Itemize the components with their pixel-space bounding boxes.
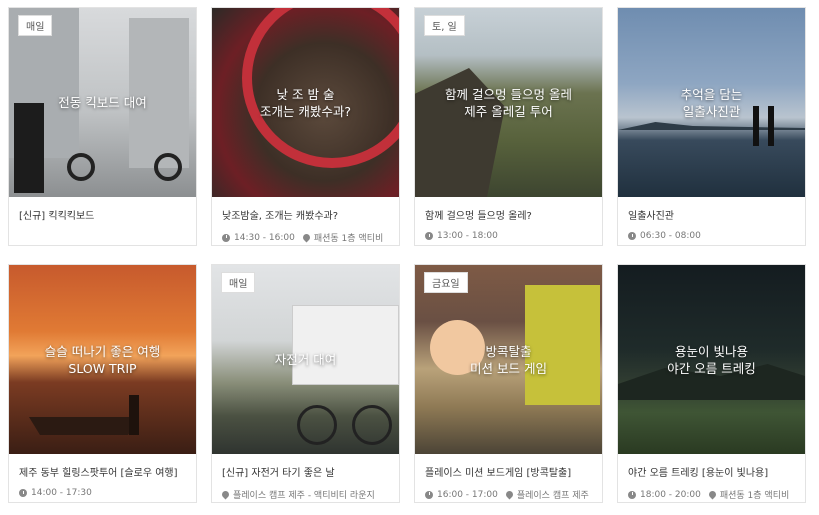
overlay-text: 방콕탈출 미션 보드 게임: [470, 343, 547, 376]
activity-card[interactable]: 추억을 담는 일출사진관 일출사진관 06:30 - 08:00: [617, 7, 806, 246]
card-thumbnail: 자전거 대여 매일: [212, 265, 399, 454]
activity-card[interactable]: 슬슬 떠나기 좋은 여행 SLOW TRIP 제주 동부 힐링스팟투어 [슬로우…: [8, 264, 197, 503]
card-overlay: 낮 조 밤 술 조개는 캐봤수과?: [212, 8, 399, 197]
schedule-badge: 매일: [18, 15, 53, 36]
card-overlay: 함께 걸으멍 들으멍 올레 제주 올레길 투어: [415, 8, 602, 197]
card-thumbnail: 슬슬 떠나기 좋은 여행 SLOW TRIP: [9, 265, 196, 454]
card-meta: 13:00 - 18:00: [425, 231, 592, 241]
overlay-text: 자전거 대여: [274, 352, 337, 367]
overlay-text: 용눈이 빛나용 야간 오름 트레킹: [667, 343, 756, 376]
activity-card[interactable]: 용눈이 빛나용 야간 오름 트레킹 야간 오름 트레킹 [용눈이 빛나용] 18…: [617, 264, 806, 503]
card-overlay: 추억을 담는 일출사진관: [618, 8, 805, 197]
card-location: 플레이스 캠프 제주 - 액티비티 라운지: [233, 491, 375, 501]
card-thumbnail: 전동 킥보드 대여 매일: [9, 8, 196, 197]
card-title: 야간 오름 트레킹 [용눈이 빛나용]: [628, 468, 769, 479]
card-meta: 18:00 - 20:00 패션동 1층 액티비: [628, 488, 795, 501]
card-time: 13:00 - 18:00: [437, 231, 498, 241]
clock-icon: [425, 232, 433, 240]
card-time: 14:30 - 16:00: [234, 232, 295, 243]
card-thumbnail: 함께 걸으멍 들으멍 올레 제주 올레길 투어 토, 일: [415, 8, 602, 197]
location-pin-icon: [504, 489, 515, 500]
location-pin-icon: [707, 489, 718, 500]
card-info: 낮조밤술, 조개는 캐봤수과? 14:30 - 16:00 패션동 1층 액티비: [212, 197, 399, 245]
clock-icon: [19, 489, 27, 497]
overlay-text: 슬슬 떠나기 좋은 여행 SLOW TRIP: [44, 343, 161, 376]
schedule-badge: 토, 일: [424, 15, 465, 36]
overlay-text: 낮 조 밤 술 조개는 캐봤수과?: [259, 86, 352, 119]
location-pin-icon: [301, 232, 312, 243]
card-title: 일출사진관: [628, 211, 674, 222]
card-time: 06:30 - 08:00: [640, 231, 701, 241]
card-thumbnail: 용눈이 빛나용 야간 오름 트레킹: [618, 265, 805, 454]
card-overlay: 전동 킥보드 대여: [9, 8, 196, 197]
card-overlay: 슬슬 떠나기 좋은 여행 SLOW TRIP: [9, 265, 196, 454]
card-location: 패션동 1층 액티비: [719, 491, 790, 501]
card-title: 낮조밤술, 조개는 캐봤수과?: [222, 211, 339, 222]
clock-icon: [222, 233, 230, 242]
card-title: [신규] 자전거 타기 좋은 날: [222, 468, 335, 479]
clock-icon: [425, 490, 433, 499]
schedule-badge: 금요일: [424, 272, 468, 293]
card-info: [신규] 자전거 타기 좋은 날 플레이스 캠프 제주 - 액티비티 라운지: [212, 454, 399, 502]
card-title: 제주 동부 힐링스팟투어 [슬로우 여행]: [19, 468, 178, 479]
clock-icon: [628, 490, 636, 499]
activity-card[interactable]: 함께 걸으멍 들으멍 올레 제주 올레길 투어 토, 일 함께 걸으멍 들으멍 …: [414, 7, 603, 246]
activity-card[interactable]: 낮 조 밤 술 조개는 캐봤수과? 낮조밤술, 조개는 캐봤수과? 14:30 …: [211, 7, 400, 246]
card-meta: 14:00 - 17:30: [19, 488, 186, 498]
card-title: 플레이스 미션 보드게임 [방콕탈출]: [425, 468, 572, 479]
card-thumbnail: 추억을 담는 일출사진관: [618, 8, 805, 197]
card-info: 플레이스 미션 보드게임 [방콕탈출] 16:00 - 17:00 플레이스 캠…: [415, 454, 602, 502]
card-overlay: 방콕탈출 미션 보드 게임: [415, 265, 602, 454]
activity-card[interactable]: 자전거 대여 매일 [신규] 자전거 타기 좋은 날 플레이스 캠프 제주 - …: [211, 264, 400, 503]
card-info: 일출사진관 06:30 - 08:00: [618, 197, 805, 245]
card-info: 야간 오름 트레킹 [용눈이 빛나용] 18:00 - 20:00 패션동 1층…: [618, 454, 805, 502]
card-info: 함께 걸으멍 들으멍 올레? 13:00 - 18:00: [415, 197, 602, 245]
card-title: 함께 걸으멍 들으멍 올레?: [425, 211, 532, 222]
card-location: 플레이스 캠프 제주: [516, 491, 589, 501]
card-overlay: 용눈이 빛나용 야간 오름 트레킹: [618, 265, 805, 454]
card-time: 14:00 - 17:30: [31, 488, 92, 498]
overlay-text: 함께 걸으멍 들으멍 올레 제주 올레길 투어: [445, 86, 572, 119]
card-overlay: 자전거 대여: [212, 265, 399, 454]
card-thumbnail: 낮 조 밤 술 조개는 캐봤수과?: [212, 8, 399, 197]
card-meta: 06:30 - 08:00: [628, 231, 795, 241]
activity-grid: 전동 킥보드 대여 매일 [신규] 킥킥킥보드 낮 조 밤 술 조개는 캐봤수과…: [0, 0, 819, 515]
overlay-text: 전동 킥보드 대여: [58, 95, 147, 110]
overlay-text: 추억을 담는 일출사진관: [680, 86, 743, 119]
activity-card[interactable]: 방콕탈출 미션 보드 게임 금요일 플레이스 미션 보드게임 [방콕탈출] 16…: [414, 264, 603, 503]
card-thumbnail: 방콕탈출 미션 보드 게임 금요일: [415, 265, 602, 454]
card-meta: 14:30 - 16:00 패션동 1층 액티비: [222, 231, 389, 244]
location-pin-icon: [222, 489, 231, 500]
card-time: 18:00 - 20:00: [640, 489, 701, 500]
schedule-badge: 매일: [221, 272, 256, 293]
card-time: 16:00 - 17:00: [437, 489, 498, 500]
card-title: [신규] 킥킥킥보드: [19, 211, 95, 222]
card-info: 제주 동부 힐링스팟투어 [슬로우 여행] 14:00 - 17:30: [9, 454, 196, 502]
activity-card[interactable]: 전동 킥보드 대여 매일 [신규] 킥킥킥보드: [8, 7, 197, 246]
card-info: [신규] 킥킥킥보드: [9, 197, 196, 245]
card-location: 패션동 1층 액티비: [313, 234, 384, 244]
card-meta: 플레이스 캠프 제주 - 액티비티 라운지: [222, 488, 389, 501]
card-meta: 16:00 - 17:00 플레이스 캠프 제주: [425, 488, 592, 501]
clock-icon: [628, 232, 636, 240]
